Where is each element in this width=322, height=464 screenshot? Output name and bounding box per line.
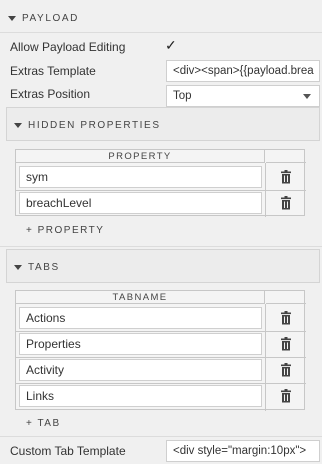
trash-icon[interactable] [280, 337, 292, 351]
add-property-button[interactable]: + PROPERTY [26, 225, 104, 236]
trash-icon[interactable] [280, 311, 292, 325]
hidden-properties-header-label: HIDDEN PROPERTIES [28, 120, 161, 131]
allow-payload-editing-checkbox[interactable]: ✓ [165, 37, 177, 54]
hidden-properties-header[interactable]: HIDDEN PROPERTIES [14, 120, 161, 131]
extras-position-select[interactable]: Top [166, 85, 320, 107]
caret-down-icon [8, 16, 16, 21]
trash-icon[interactable] [280, 196, 292, 210]
tabs-header-label: TABS [28, 262, 60, 273]
extras-position-label: Extras Position [10, 87, 91, 101]
property-actions-header [266, 150, 306, 163]
tabs-header[interactable]: TABS [14, 262, 60, 273]
allow-payload-editing-label: Allow Payload Editing [10, 40, 126, 54]
tabname-row-input[interactable]: Properties [19, 333, 262, 355]
tabname-column-header: TABNAME [16, 291, 265, 304]
section-divider [0, 436, 322, 437]
tabs-table: TABNAME Actions Properties Activity Link… [15, 290, 306, 411]
custom-tab-template-input[interactable]: <div style="margin:10px"> [166, 440, 320, 462]
property-column-header: PROPERTY [16, 150, 265, 163]
header-divider [0, 32, 322, 33]
row-divider [16, 357, 306, 358]
payload-section-header[interactable]: PAYLOAD [8, 13, 79, 24]
hidden-properties-table: PROPERTY sym breachLevel [15, 149, 306, 217]
row-divider [16, 331, 306, 332]
tabname-row-input[interactable]: Actions [19, 307, 262, 329]
checkmark-icon: ✓ [165, 37, 177, 53]
extras-template-label: Extras Template [10, 64, 96, 78]
custom-tab-template-label: Custom Tab Template [10, 444, 126, 458]
caret-down-icon [14, 265, 22, 270]
row-divider [16, 190, 306, 191]
trash-icon[interactable] [280, 170, 292, 184]
section-divider [0, 246, 322, 247]
tabname-actions-header [266, 291, 306, 304]
extras-position-value: Top [173, 90, 192, 102]
add-tab-button[interactable]: + TAB [26, 418, 61, 429]
extras-template-input[interactable]: <div><span>{{payload.brea [166, 60, 320, 82]
chevron-down-icon [303, 93, 311, 99]
row-divider [16, 383, 306, 384]
tabname-row-input[interactable]: Links [19, 385, 262, 407]
property-row-input[interactable]: sym [19, 166, 262, 188]
caret-down-icon [14, 123, 22, 128]
property-row-input[interactable]: breachLevel [19, 192, 262, 214]
trash-icon[interactable] [280, 363, 292, 377]
tabname-row-input[interactable]: Activity [19, 359, 262, 381]
payload-header-label: PAYLOAD [22, 13, 79, 24]
trash-icon[interactable] [280, 389, 292, 403]
